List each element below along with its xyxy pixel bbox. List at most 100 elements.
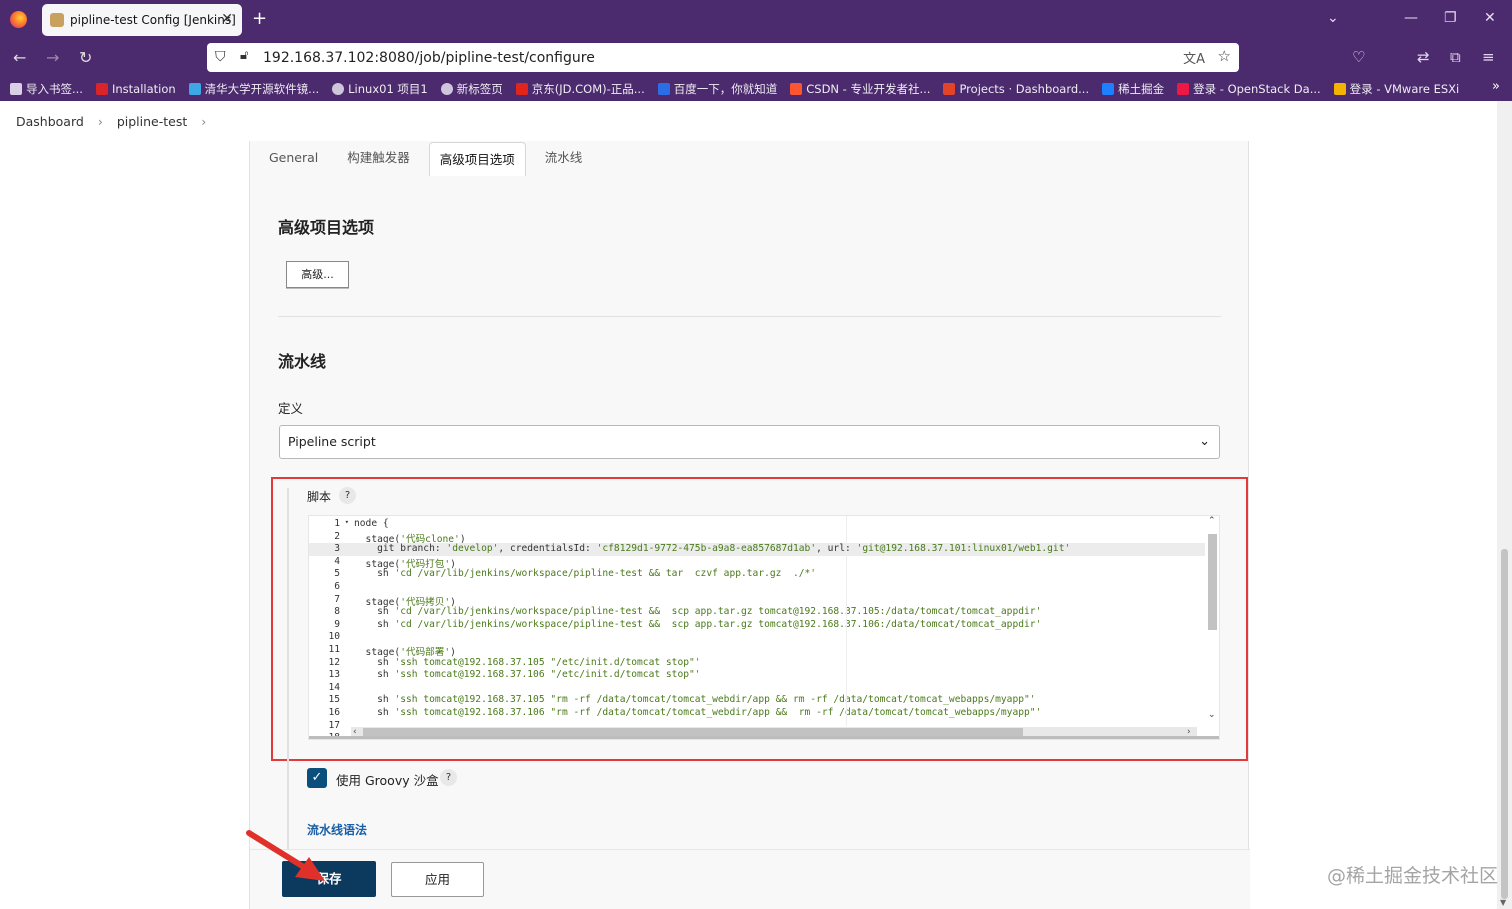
tab-general[interactable]: General — [259, 141, 328, 175]
bookmark-item[interactable]: 京东(JD.COM)-正品... — [515, 81, 645, 97]
browser-titlebar: pipline-test Config [Jenkins] ✕ + ⌄ — ❐ … — [0, 0, 1512, 40]
code-line[interactable]: stage('代码打包') — [354, 556, 456, 570]
bookmark-star-icon[interactable]: ☆ — [1218, 47, 1231, 65]
scroll-up-icon[interactable]: ⌃ — [1208, 516, 1216, 526]
restore-icon[interactable]: ❐ — [1444, 10, 1457, 26]
page-margin-left — [0, 141, 249, 909]
bookmark-item[interactable]: Projects · Dashboard... — [943, 82, 1089, 96]
vmware-icon — [1333, 82, 1346, 95]
code-line[interactable]: stage('代码clone') — [354, 531, 466, 545]
code-line[interactable]: sh 'cd /var/lib/jenkins/workspace/piplin… — [354, 568, 816, 581]
string-literal: 'cd /var/lib/jenkins/workspace/pipline-t… — [394, 568, 817, 580]
line-number: 3 — [334, 543, 340, 555]
bookmark-item[interactable]: 登录 - OpenStack Da... — [1177, 81, 1321, 97]
chevron-right-icon[interactable]: › — [201, 114, 206, 129]
bookmark-item[interactable]: 登录 - VMware ESXi — [1333, 81, 1459, 97]
line-number: 2 — [334, 530, 340, 542]
url-text[interactable]: 192.168.37.102:8080/job/pipline-test/con… — [263, 50, 595, 66]
forward-icon[interactable]: → — [46, 48, 59, 67]
fold-toggle-icon[interactable]: ▾ — [341, 518, 349, 526]
bookmark-item[interactable]: 新标签页 — [440, 81, 503, 97]
line-number: 15 — [328, 694, 340, 706]
editor-resize-bar[interactable] — [309, 736, 1219, 739]
translate-ext-icon[interactable]: ⇄ — [1417, 48, 1430, 66]
code-line[interactable]: sh 'cd /var/lib/jenkins/workspace/piplin… — [354, 606, 1041, 619]
extensions-icon[interactable]: ⧉ — [1450, 48, 1461, 66]
scroll-down-icon[interactable]: ⌄ — [1208, 710, 1216, 720]
code-line[interactable]: stage('代码部署') — [354, 644, 456, 658]
code-line[interactable]: git branch: 'develop', credentialsId: 'c… — [354, 543, 1070, 556]
config-tabs: General 构建触发器 高级项目选项 流水线 — [250, 141, 592, 177]
minimize-icon[interactable]: — — [1404, 10, 1418, 26]
globe-icon — [332, 82, 345, 95]
tab-list-icon[interactable]: ⌄ — [1327, 10, 1339, 26]
breadcrumb: Dashboard › pipline-test › — [0, 101, 1512, 141]
breadcrumb-job[interactable]: pipline-test — [117, 114, 187, 129]
close-tab-icon[interactable]: ✕ — [221, 11, 233, 27]
string-literal: 'develop' — [446, 543, 499, 555]
bookmark-item[interactable]: 清华大学开源软件镜... — [188, 81, 319, 97]
apply-button[interactable]: 应用 — [391, 862, 484, 897]
code-line[interactable]: sh 'ssh tomcat@192.168.37.106 "/etc/init… — [354, 669, 700, 682]
page-scrollbar-thumb[interactable] — [1501, 549, 1508, 899]
help-icon[interactable]: ? — [440, 769, 457, 786]
back-icon[interactable]: ← — [13, 48, 26, 67]
more-bookmarks-icon[interactable]: » — [1492, 79, 1500, 94]
bookmark-item[interactable]: 导入书签... — [10, 81, 83, 97]
string-literal: 'cf8129d1-9772-475b-a9a8-ea857687d1ab' — [596, 543, 817, 555]
pocket-icon[interactable]: ♡ — [1352, 48, 1365, 66]
zentao-icon — [95, 82, 108, 95]
line-number: 13 — [328, 669, 340, 681]
scroll-down-icon[interactable]: ▼ — [1500, 898, 1506, 907]
editor-vscrollbar[interactable]: ⌃ ⌄ — [1206, 516, 1218, 723]
jenkins-favicon-icon — [50, 13, 64, 27]
insecure-lock-icon[interactable]: 🔓︎ — [240, 48, 248, 63]
csdn-icon — [790, 82, 803, 95]
code-line[interactable]: sh 'ssh tomcat@192.168.37.105 "rm -rf /d… — [354, 694, 1035, 707]
menu-icon[interactable]: ≡ — [1482, 48, 1495, 66]
jd-icon — [515, 82, 528, 95]
definition-select[interactable]: Pipeline script ⌄ — [279, 425, 1220, 459]
reload-icon[interactable]: ↻ — [79, 48, 92, 67]
address-bar[interactable]: ⛉ 🔓︎ 192.168.37.102:8080/job/pipline-tes… — [207, 43, 1239, 72]
code-line[interactable]: sh 'ssh tomcat@192.168.37.105 "/etc/init… — [354, 657, 700, 670]
new-tab-button[interactable]: + — [252, 8, 267, 29]
browser-navbar: ← → ↻ ⛉ 🔓︎ 192.168.37.102:8080/job/pipli… — [0, 40, 1512, 76]
tab-pipeline[interactable]: 流水线 — [535, 141, 593, 175]
editor-vscroll-thumb[interactable] — [1208, 534, 1217, 630]
line-number: 10 — [328, 631, 340, 643]
code-line[interactable]: sh 'cd /var/lib/jenkins/workspace/piplin… — [354, 619, 1041, 632]
code-line[interactable]: stage('代码拷贝') — [354, 594, 456, 608]
bookmark-item[interactable]: 百度一下，你就知道 — [657, 81, 777, 97]
advanced-options-title: 高级项目选项 — [278, 218, 375, 237]
script-editor[interactable]: 1 ▾ node {2 stage('代码clone') 3 git branch: … — [308, 515, 1220, 740]
watermark: @稀土掘金技术社区 — [1327, 865, 1499, 887]
definition-value: Pipeline script — [288, 434, 376, 449]
bookmark-item[interactable]: 稀土掘金 — [1102, 81, 1164, 97]
code-line[interactable]: sh 'ssh tomcat@192.168.37.106 "rm -rf /d… — [354, 707, 1041, 720]
groovy-sandbox-checkbox[interactable]: ✓ — [307, 768, 327, 788]
page-scrollbar[interactable]: ▼ — [1497, 101, 1512, 909]
globe-icon — [440, 82, 453, 95]
definition-label: 定义 — [278, 401, 304, 416]
line-number: 4 — [334, 555, 340, 567]
window-close-icon[interactable]: ✕ — [1484, 10, 1496, 26]
code-line[interactable]: node { — [354, 518, 389, 531]
tab-advanced-options[interactable]: 高级项目选项 — [428, 142, 526, 176]
browser-tab[interactable]: pipline-test Config [Jenkins] ✕ — [42, 4, 242, 36]
bookmark-item[interactable]: Installation — [95, 82, 176, 96]
firefox-icon[interactable] — [10, 11, 27, 28]
chevron-right-icon[interactable]: › — [98, 114, 103, 129]
help-icon[interactable]: ? — [339, 487, 356, 504]
translate-icon[interactable]: 文A — [1183, 48, 1205, 67]
line-number: 11 — [328, 644, 340, 655]
bookmark-item[interactable]: CSDN - 专业开发者社... — [790, 81, 930, 97]
tab-build-triggers[interactable]: 构建触发器 — [337, 141, 420, 175]
advanced-button[interactable]: 高级... — [286, 261, 349, 288]
baidu-icon — [657, 82, 670, 95]
tracking-shield-icon[interactable]: ⛉ — [215, 49, 226, 65]
bookmark-item[interactable]: Linux01 项目1 — [332, 81, 428, 97]
tsinghua-mirror-icon — [188, 82, 201, 95]
string-literal: 'git@192.168.37.101:linux01/web1.git' — [856, 543, 1071, 555]
breadcrumb-dashboard[interactable]: Dashboard — [16, 114, 84, 129]
